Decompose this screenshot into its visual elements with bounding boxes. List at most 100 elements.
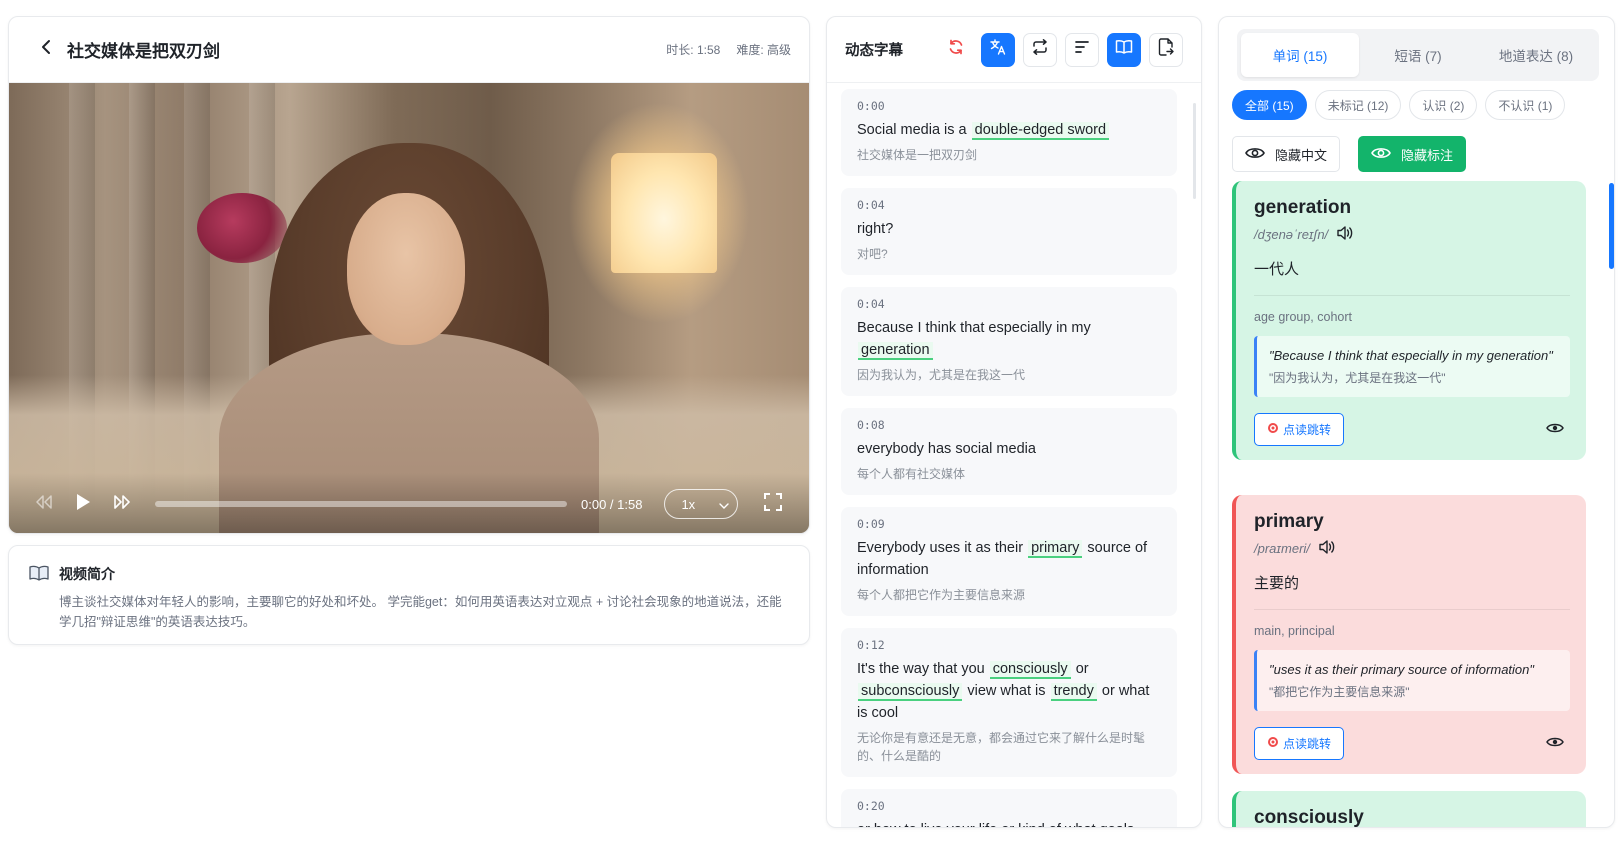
- subtitle-text: or how to live your life or kind of what…: [857, 822, 1134, 827]
- phonetic-text: /dʒenəˈreɪʃn/: [1254, 227, 1329, 242]
- subtitle-text: view what is: [963, 683, 1050, 699]
- highlighted-word[interactable]: double-edged sword: [971, 122, 1110, 140]
- filter-all[interactable]: 全部 (15): [1232, 90, 1307, 120]
- intro-text: 博主谈社交媒体对年轻人的影响，主要聊它的好处和坏处。 学完能get：如何用英语表…: [59, 595, 782, 629]
- filter-known[interactable]: 认识 (2): [1409, 90, 1478, 120]
- subtitle-item[interactable]: 0:09 Everybody uses it as their primary s…: [841, 507, 1177, 616]
- subtitle-english: or how to live your life or kind of what…: [857, 819, 1161, 827]
- vocab-toggles: 隐藏中文 隐藏标注: [1232, 136, 1467, 172]
- hide-chinese-label: 隐藏中文: [1275, 147, 1328, 163]
- loop-button[interactable]: [1023, 32, 1057, 67]
- book-icon: [29, 565, 49, 584]
- playback-speed-select[interactable]: 1x: [664, 489, 739, 519]
- chevron-down-icon: [719, 497, 730, 512]
- play-button[interactable]: [75, 493, 91, 516]
- highlighted-word[interactable]: subconsciously: [858, 683, 963, 701]
- subtitle-item[interactable]: 0:20 or how to live your life or kind of …: [841, 789, 1177, 827]
- subtitle-item[interactable]: 0:12 It's the way that you consciously or…: [841, 628, 1177, 777]
- subtitle-timestamp: 0:04: [857, 297, 885, 311]
- jump-to-button[interactable]: 点读跳转: [1254, 727, 1345, 760]
- file-export-icon: [1158, 38, 1174, 61]
- subtitle-item[interactable]: 0:08 everybody has social media 每个人都有社交媒体: [841, 408, 1177, 495]
- tab-phrases[interactable]: 短语 (7): [1359, 33, 1477, 77]
- subtitle-chinese: 社交媒体是一把双刃剑: [857, 148, 978, 162]
- hide-marks-button[interactable]: 隐藏标注: [1358, 136, 1467, 172]
- tab-words[interactable]: 单词 (15): [1241, 33, 1359, 77]
- vocab-filters: 全部 (15) 未标记 (12) 认识 (2) 不认识 (1): [1232, 90, 1566, 120]
- subtitle-chinese: 每个人都有社交媒体: [857, 467, 966, 481]
- text-align-button[interactable]: [1065, 32, 1099, 67]
- subtitles-panel: 动态字幕 0:00 Social media is a double-edged…: [826, 16, 1202, 828]
- video-scene-person-face: [347, 193, 465, 345]
- word-card-footer: 点读跳转: [1254, 413, 1570, 460]
- word-card: generation /dʒenəˈreɪʃn/ 一代人 age group, …: [1232, 181, 1586, 460]
- word-meaning: 主要的: [1254, 572, 1570, 610]
- subtitle-scrollbar[interactable]: [1193, 103, 1196, 199]
- toggle-visibility-button[interactable]: [1544, 733, 1566, 755]
- highlighted-word[interactable]: consciously: [989, 661, 1071, 679]
- translate-icon: [989, 38, 1007, 61]
- subtitles-header: 动态字幕: [827, 17, 1201, 83]
- example-en: "uses it as their primary source of info…: [1269, 662, 1534, 677]
- filter-unmarked[interactable]: 未标记 (12): [1314, 90, 1402, 120]
- word-synonyms: age group, cohort: [1254, 310, 1352, 324]
- subtitle-item[interactable]: 0:04 Because I think that especially in m…: [841, 287, 1177, 396]
- highlighted-word[interactable]: primary: [1028, 540, 1083, 558]
- forward-button[interactable]: [113, 494, 131, 514]
- hide-chinese-button[interactable]: 隐藏中文: [1232, 136, 1341, 172]
- fullscreen-button[interactable]: [764, 492, 783, 516]
- highlighted-word[interactable]: generation: [858, 342, 933, 360]
- subtitle-chinese: 对吧?: [857, 247, 888, 261]
- target-icon: [1267, 422, 1279, 437]
- speaker-icon[interactable]: [1336, 225, 1354, 244]
- word-card: primary /praɪmeri/ 主要的 main, principal "…: [1232, 495, 1586, 774]
- progress-bar[interactable]: [155, 501, 567, 507]
- video-meta: 时长: 1:58 难度: 高级: [666, 41, 791, 58]
- difficulty-label: 难度: 高级: [736, 43, 791, 57]
- filter-unknown[interactable]: 不认识 (1): [1485, 90, 1566, 120]
- word-card-footer: 点读跳转: [1254, 727, 1570, 774]
- jump-to-button[interactable]: 点读跳转: [1254, 413, 1345, 446]
- word-synonyms: main, principal: [1254, 624, 1335, 638]
- rewind-button[interactable]: [35, 494, 53, 514]
- speaker-icon[interactable]: [1318, 539, 1336, 558]
- sync-button[interactable]: [939, 32, 973, 67]
- example-en: "Because I think that especially in my g…: [1269, 348, 1553, 363]
- video-player[interactable]: 0:00 / 1:58 1x: [9, 83, 809, 533]
- subtitle-timestamp: 0:04: [857, 198, 885, 212]
- vocab-tabs: 单词 (15) 短语 (7) 地道表达 (8): [1237, 29, 1599, 81]
- subtitle-english: Social media is a double-edged sword: [857, 119, 1161, 141]
- subtitle-english: It's the way that you consciously or sub…: [857, 658, 1161, 724]
- vocab-scrollbar[interactable]: [1609, 183, 1614, 269]
- back-button[interactable]: [35, 39, 57, 61]
- word-text: consciously: [1254, 807, 1364, 828]
- video-card: 社交媒体是把双刃剑 时长: 1:58 难度: 高级 0:00 / 1:58 1x: [8, 16, 810, 534]
- translate-toggle[interactable]: [981, 32, 1015, 67]
- subtitle-text: Social media is a: [857, 122, 971, 138]
- subtitle-item[interactable]: 0:04 right? 对吧?: [841, 188, 1177, 275]
- video-scene-flowers: [197, 193, 287, 263]
- highlighted-word[interactable]: trendy: [1050, 683, 1097, 701]
- subtitle-chinese: 因为我认为，尤其是在我这一代: [857, 368, 1026, 382]
- toggle-visibility-button[interactable]: [1544, 419, 1566, 441]
- speed-value: 1x: [681, 496, 696, 512]
- subtitle-text: It's the way that you: [857, 661, 989, 677]
- subtitle-timestamp: 0:20: [857, 799, 885, 813]
- subtitle-timestamp: 0:09: [857, 517, 885, 531]
- word-example: "Because I think that especially in my g…: [1254, 336, 1570, 397]
- tab-idioms[interactable]: 地道表达 (8): [1477, 33, 1595, 77]
- subtitle-timestamp: 0:08: [857, 418, 885, 432]
- reading-mode-toggle[interactable]: [1107, 32, 1141, 67]
- word-card: consciously: [1232, 791, 1586, 828]
- word-text: generation: [1254, 197, 1352, 218]
- subtitle-chinese: 无论你是有意还是无意，都会通过它来了解什么是时髦的、什么是酷的: [857, 731, 1146, 763]
- word-example: "uses it as their primary source of info…: [1254, 650, 1570, 711]
- video-header: 社交媒体是把双刃剑 时长: 1:58 难度: 高级: [9, 17, 809, 83]
- subtitle-item[interactable]: 0:00 Social media is a double-edged sword…: [841, 89, 1177, 176]
- eye-icon: [1371, 146, 1391, 163]
- word-meaning: 一代人: [1254, 258, 1570, 296]
- subtitle-english: everybody has social media: [857, 438, 1161, 460]
- video-title: 社交媒体是把双刃剑: [67, 42, 220, 61]
- export-button[interactable]: [1149, 32, 1183, 67]
- time-readout: 0:00 / 1:58: [581, 496, 643, 512]
